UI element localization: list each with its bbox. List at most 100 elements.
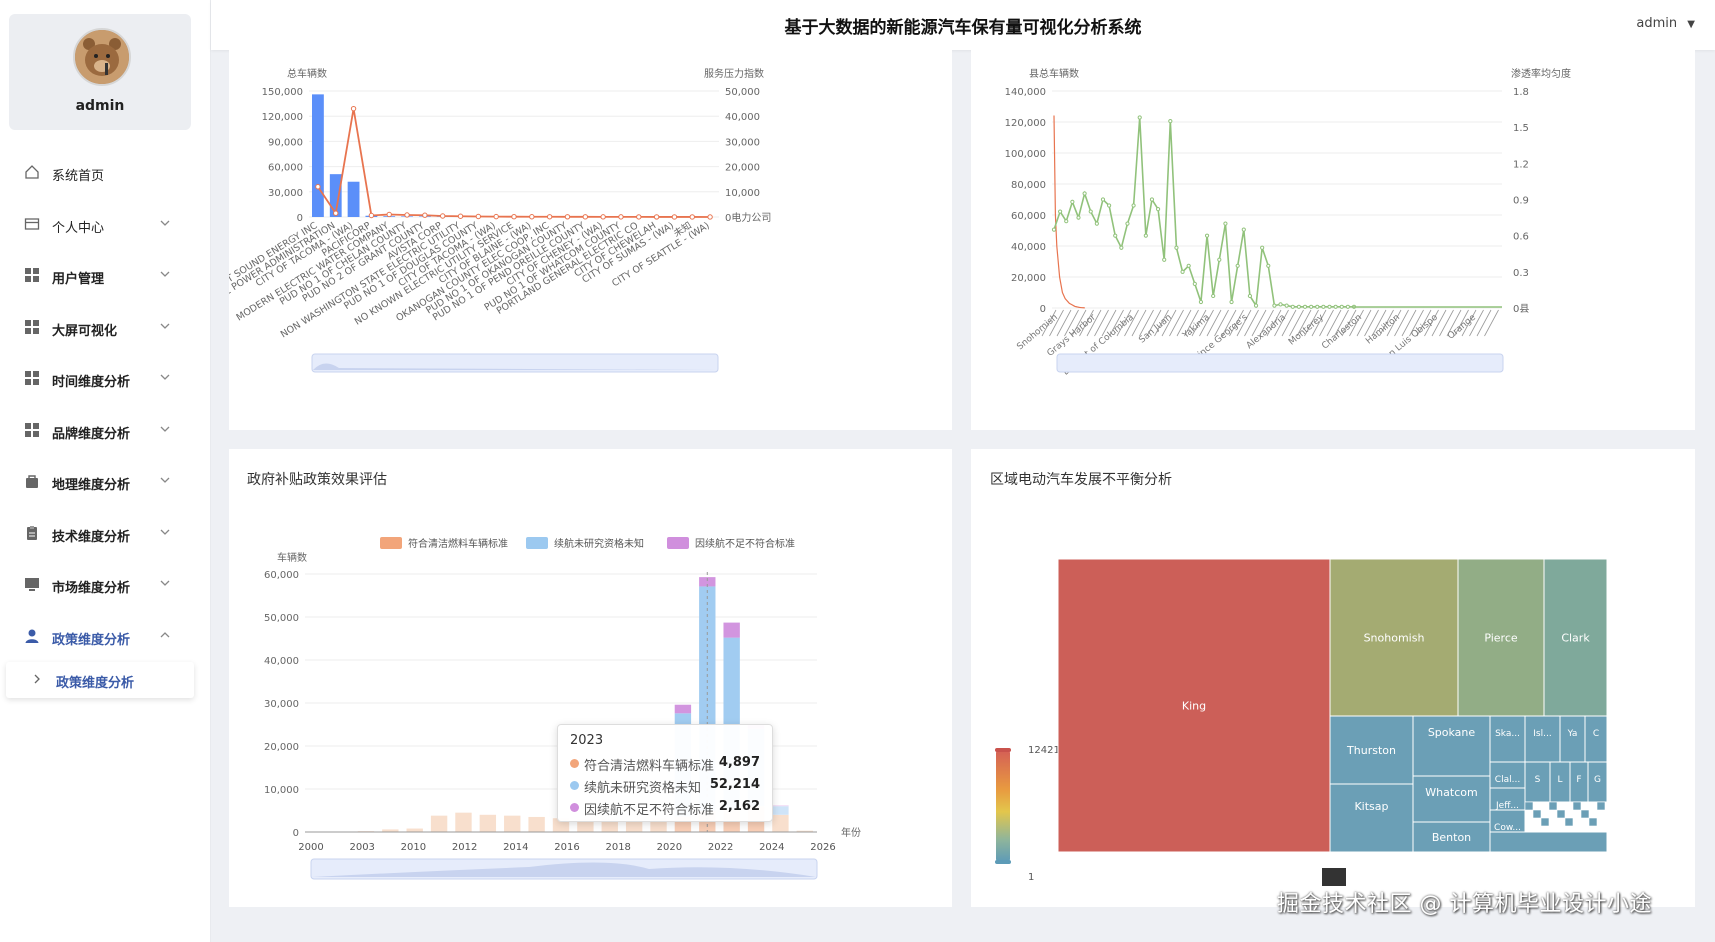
treemap-cell xyxy=(1524,715,1561,763)
line-point xyxy=(1094,221,1099,226)
line-point xyxy=(1137,115,1142,120)
user-dropdown[interactable]: admin ▼ xyxy=(1636,16,1695,31)
y-tick-label: 40,000 xyxy=(1011,242,1046,253)
x-tick-mark xyxy=(1476,309,1492,337)
sidebar-item-time[interactable]: 时间维度分析 xyxy=(0,354,210,406)
treemap-cell xyxy=(1524,801,1534,811)
treemap-label: Ska... xyxy=(1495,729,1520,739)
line-point xyxy=(368,212,375,219)
sidebar-item-users[interactable]: 用户管理 xyxy=(0,251,210,303)
x-tick-label: 2000 xyxy=(298,842,323,853)
treemap-cell xyxy=(1588,817,1598,827)
line-point xyxy=(529,214,535,220)
sidebar-item-brand[interactable]: 品牌维度分析 xyxy=(0,406,210,458)
chevron-up-icon xyxy=(160,631,170,637)
line-point xyxy=(1180,269,1185,274)
line-point xyxy=(1345,304,1350,309)
y2-axis-title: 渗透率均匀度 xyxy=(1511,67,1571,80)
chevron-down-icon xyxy=(160,374,170,380)
card-icon xyxy=(24,217,40,230)
line-point xyxy=(618,214,624,220)
legend-dot xyxy=(570,803,579,812)
line-point xyxy=(1217,257,1222,262)
stacked-bar xyxy=(455,812,472,832)
y-tick-label: 150,000 xyxy=(262,87,303,98)
caret-down-icon: ▼ xyxy=(1687,19,1695,30)
treemap-label: Benton xyxy=(1432,831,1471,844)
sidebar-item-geo[interactable]: 地理维度分析 xyxy=(0,457,210,509)
line-point xyxy=(1125,221,1130,226)
stacked-bar xyxy=(674,704,692,714)
treemap-label: Pierce xyxy=(1484,632,1518,645)
tooltip-row: 因续航不足不符合标准 2,162 xyxy=(570,799,760,818)
sidebar-item-market[interactable]: 市场维度分析 xyxy=(0,560,210,612)
submenu-label: 政策维度分析 xyxy=(56,676,135,691)
tooltip-value: 2,162 xyxy=(718,799,760,814)
tooltip-year: 2023 xyxy=(570,733,604,748)
treemap-cell xyxy=(1412,715,1491,777)
y-tick-label: 30,000 xyxy=(264,699,299,710)
line-point xyxy=(1119,245,1124,250)
sidebar-item-label: 时间维度分析 xyxy=(52,375,131,390)
treemap-cell xyxy=(1412,775,1491,823)
stacked-bar xyxy=(772,814,789,832)
sidebar-item-label: 系统首页 xyxy=(52,169,105,184)
chevron-down-icon xyxy=(160,477,170,483)
treemap-cell xyxy=(1329,783,1414,853)
line-point xyxy=(1272,303,1277,308)
tooltip-row: 续航未研究资格未知 52,214 xyxy=(570,777,760,796)
sidebar-item-profile[interactable]: 个人中心 xyxy=(0,200,210,252)
y-tick-label: 120,000 xyxy=(262,112,303,123)
monitor-icon xyxy=(25,578,39,591)
x-tick-label: Alexandria xyxy=(1245,313,1288,352)
treemap-cell xyxy=(1580,809,1590,819)
bar xyxy=(347,181,360,217)
treemap-label: F xyxy=(1576,775,1581,785)
chevron-down-icon xyxy=(160,220,170,226)
treemap-cell xyxy=(1572,801,1582,811)
sidebar-menu: 系统首页 个人中心 用户管理 大屏可视化 时间维度分析 品牌维度分析 地理维度分… xyxy=(0,148,210,663)
x-tick-label: Orange xyxy=(1446,312,1478,341)
line-point xyxy=(404,212,410,218)
stacked-bar xyxy=(479,814,497,832)
y2-tick-label: 30,000 xyxy=(725,137,760,148)
y2-tick-label: 0电力公司 xyxy=(725,211,771,224)
y-tick-label: 80,000 xyxy=(1011,180,1046,191)
stacked-bar xyxy=(772,806,789,815)
chart-card-utility: 总车辆数 服务压力指数 150,000 120,000 90,000 60,000 30,0… xyxy=(176,50,952,430)
tooltip-series-name: 续航未研究资格未知 xyxy=(584,781,702,796)
line-point xyxy=(582,214,589,220)
treemap-cell xyxy=(1489,831,1608,853)
home-icon xyxy=(25,165,39,179)
y2-tick-label: 20,000 xyxy=(725,163,760,174)
line-point xyxy=(1327,304,1332,309)
uniformity-line xyxy=(1053,117,1354,308)
sidebar-item-tech[interactable]: 技术维度分析 xyxy=(0,509,210,561)
line-point xyxy=(564,214,571,220)
sidebar-item-bigscreen[interactable]: 大屏可视化 xyxy=(0,303,210,355)
sidebar-item-policy[interactable]: 政策维度分析 xyxy=(0,612,210,664)
treemap-cell xyxy=(1540,817,1550,827)
user-icon xyxy=(25,629,39,643)
avatar[interactable] xyxy=(73,28,131,86)
bag-icon xyxy=(26,475,38,488)
line-point xyxy=(1143,233,1148,238)
sidebar-item-label: 大屏可视化 xyxy=(52,323,118,339)
line-point xyxy=(1284,303,1289,308)
stacked-bar xyxy=(723,622,740,638)
submenu-item-policy-analysis[interactable]: 政策维度分析 xyxy=(6,662,194,698)
x-tick-label: 2024 xyxy=(759,842,784,853)
chevron-down-icon xyxy=(160,580,170,586)
line-point xyxy=(1339,304,1344,309)
sidebar-item-home[interactable]: 系统首页 xyxy=(0,148,210,200)
tooltip-row: 符合清洁燃料车辆标准 4,897 xyxy=(570,755,760,774)
line-point xyxy=(1162,257,1167,262)
y-tick-label: 60,000 xyxy=(1011,211,1046,222)
sidebar-item-label: 个人中心 xyxy=(52,220,105,236)
treemap-label: S xyxy=(1535,775,1541,785)
treemap-cell xyxy=(1564,817,1574,827)
chart-card-county: 县总车辆数 渗透率均匀度 140,000 120,000 100,000 80,000 60… xyxy=(971,50,1695,430)
treemap-cell xyxy=(1596,801,1606,811)
line-point xyxy=(1223,221,1228,226)
line-point xyxy=(1247,293,1253,299)
